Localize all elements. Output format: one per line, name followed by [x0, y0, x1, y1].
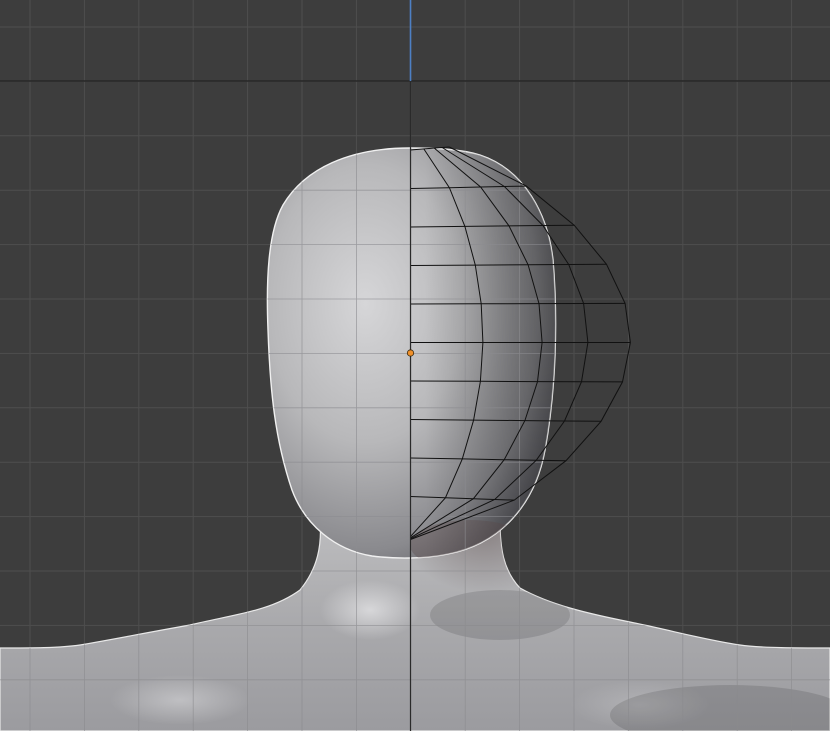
viewport-canvas[interactable]	[0, 0, 830, 731]
wireframe-edge	[410, 302, 626, 305]
object-origin-marker[interactable]	[406, 349, 415, 357]
3d-viewport[interactable]	[0, 0, 830, 731]
